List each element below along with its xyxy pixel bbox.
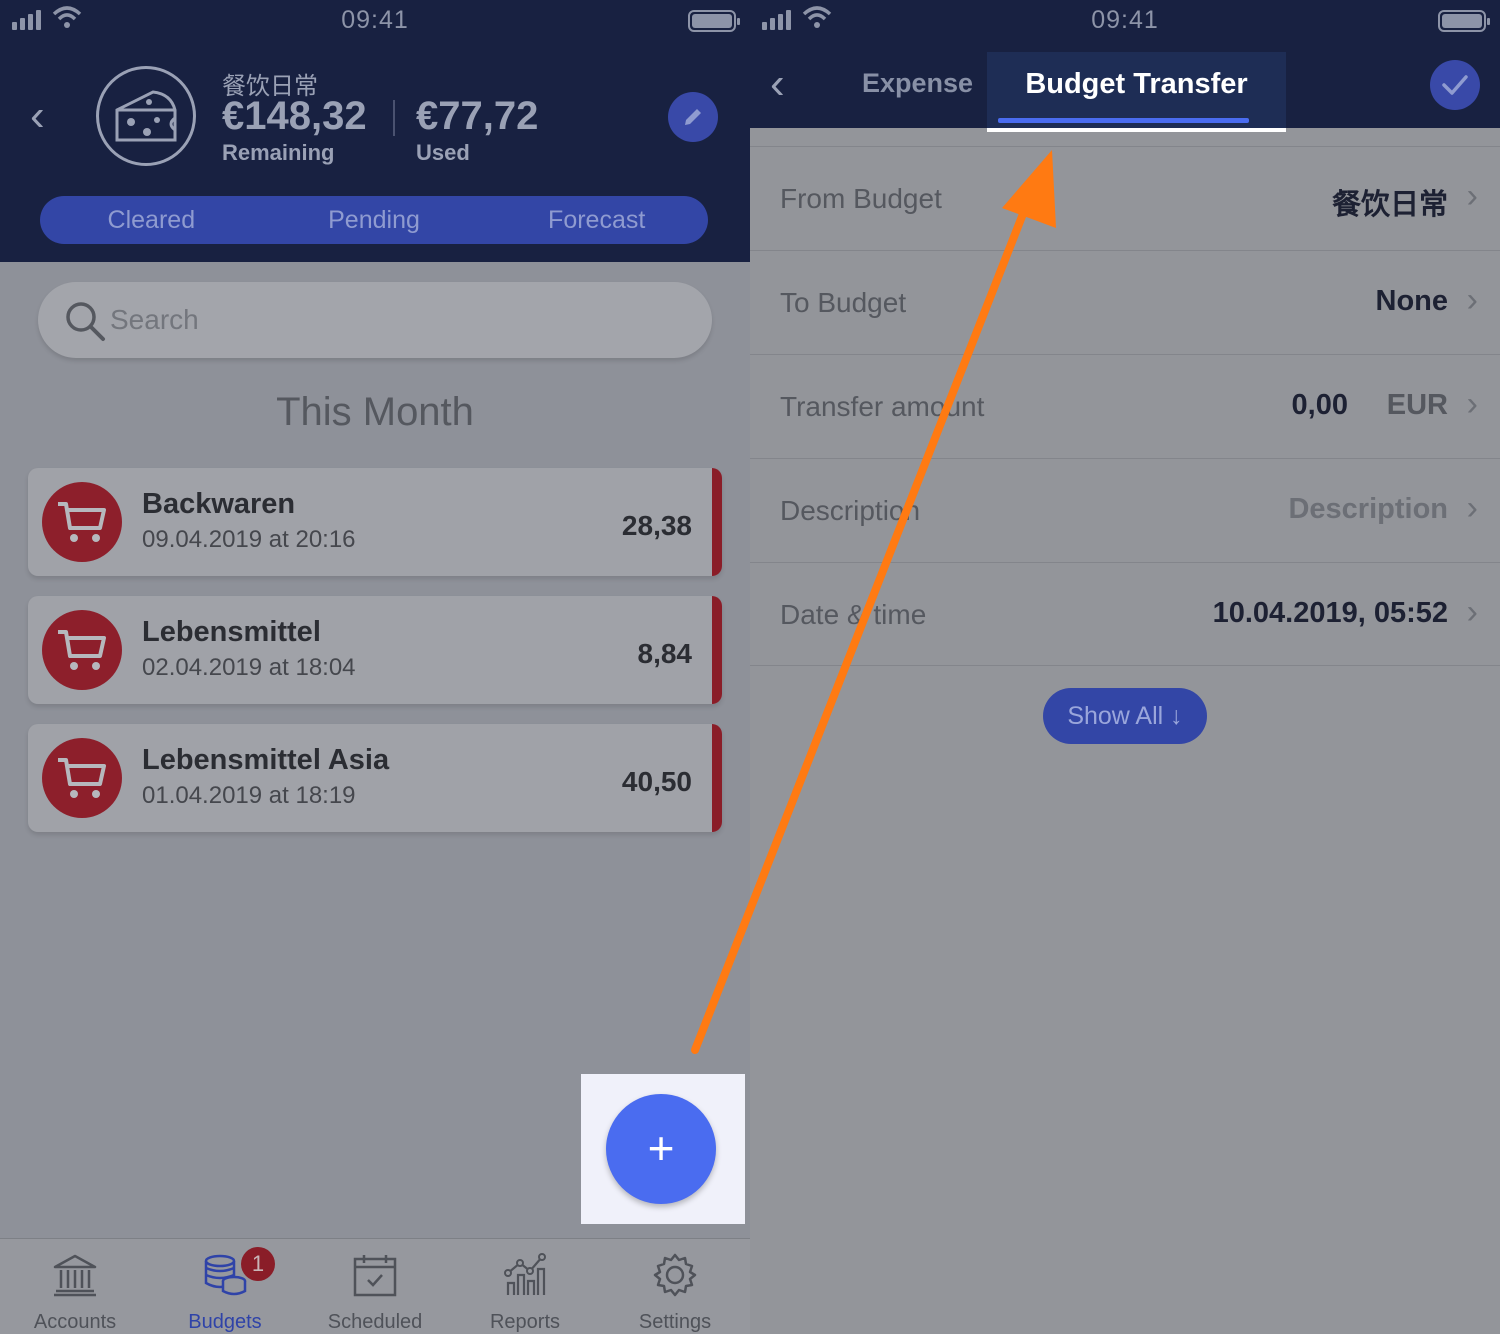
notification-badge: 1: [241, 1247, 275, 1281]
search-placeholder: Search: [110, 304, 199, 335]
description-field[interactable]: Description: [1288, 493, 1448, 526]
budget-transfer-screen: 09:41 ‹ Expense Budget Transfer From Bud…: [750, 0, 1500, 1334]
show-all-button[interactable]: Show All ↓: [1043, 688, 1207, 744]
status-time: 09:41: [341, 6, 409, 34]
status-bar: 09:41: [750, 0, 1500, 42]
description-row[interactable]: Description Description ›: [750, 458, 1500, 562]
tab-expense[interactable]: Expense: [862, 68, 973, 99]
from-budget-label: From Budget: [780, 183, 942, 214]
tab-label: Accounts: [33, 1311, 117, 1333]
expense-indicator: [712, 468, 722, 576]
add-transaction-button[interactable]: +: [606, 1094, 716, 1204]
to-budget-value: None: [1375, 285, 1449, 317]
transfer-header: 09:41 ‹ Expense Budget Transfer: [750, 0, 1500, 132]
segment-forecast[interactable]: Forecast: [485, 196, 708, 244]
tab-scheduled[interactable]: Scheduled: [300, 1239, 450, 1334]
tab-accounts[interactable]: Accounts: [0, 1239, 150, 1334]
to-budget-label: To Budget: [780, 287, 907, 318]
transaction-amount: 40,50: [621, 766, 692, 797]
header-divider: [393, 100, 395, 136]
budget-header: 09:41 ‹ 餐饮日常 €148,32 Remaining €77,72 Us…: [0, 0, 750, 262]
transaction-amount: 8,84: [637, 638, 693, 669]
budget-avatar: [96, 66, 196, 166]
section-title: This Month: [276, 390, 474, 434]
transaction-name: Lebensmittel Asia: [142, 744, 390, 776]
chevron-right-icon: ›: [1466, 281, 1478, 319]
chart-icon: [504, 1253, 546, 1295]
expense-indicator: [712, 596, 722, 704]
tab-label: Reports: [489, 1311, 561, 1333]
tab-label: Scheduled: [327, 1311, 423, 1333]
tab-bar: Accounts 1 Budgets Scheduled Reports Set…: [0, 1238, 750, 1334]
tab-reports[interactable]: Reports: [450, 1239, 600, 1334]
segment-cleared[interactable]: Cleared: [40, 196, 263, 244]
category-avatar: [42, 738, 122, 818]
transaction-row[interactable]: Lebensmittel Asia 01.04.2019 at 18:19 40…: [28, 724, 722, 832]
save-button[interactable]: [1430, 60, 1480, 110]
chevron-right-icon: ›: [1466, 489, 1478, 527]
battery-icon: [688, 10, 740, 32]
cheese-icon: [115, 90, 177, 142]
transaction-amount: 28,38: [621, 510, 692, 541]
to-budget-row[interactable]: To Budget None ›: [750, 250, 1500, 354]
date-time-row[interactable]: Date & time 10.04.2019, 05:52 ›: [750, 562, 1500, 666]
battery-icon: [1438, 10, 1490, 32]
transaction-row[interactable]: Lebensmittel 02.04.2019 at 18:04 8,84: [28, 596, 722, 704]
tab-budgets[interactable]: 1 Budgets: [150, 1239, 300, 1334]
chevron-right-icon: ›: [1466, 177, 1478, 215]
bank-icon: [53, 1254, 97, 1297]
date-time-label: Date & time: [780, 599, 927, 630]
transaction-name: Backwaren: [142, 488, 296, 520]
transaction-name: Lebensmittel: [142, 616, 321, 648]
tab-settings[interactable]: Settings: [600, 1239, 750, 1334]
shopping-cart-icon: [58, 502, 106, 542]
segment-pending[interactable]: Pending: [263, 196, 486, 244]
remaining-amount: €148,32: [222, 94, 367, 138]
category-avatar: [42, 482, 122, 562]
transaction-date: 09.04.2019 at 20:16: [142, 526, 356, 553]
remaining-label: Remaining: [222, 140, 335, 165]
chevron-right-icon: ›: [1466, 385, 1478, 423]
tab-label: Budgets: [188, 1311, 262, 1333]
expense-indicator: [712, 724, 722, 832]
used-label: Used: [416, 140, 470, 165]
from-budget-row[interactable]: From Budget 餐饮日常 ›: [750, 146, 1500, 250]
transaction-date: 02.04.2019 at 18:04: [142, 654, 356, 681]
used-amount: €77,72: [416, 94, 539, 138]
shopping-cart-icon: [58, 630, 106, 670]
tab-budget-transfer[interactable]: Budget Transfer: [987, 52, 1286, 132]
search-field[interactable]: Search: [38, 282, 712, 358]
from-budget-value: 餐饮日常: [1331, 189, 1448, 221]
transfer-amount-value[interactable]: 0,00: [1292, 389, 1348, 422]
edit-budget-button[interactable]: [668, 92, 718, 142]
transaction-row[interactable]: Backwaren 09.04.2019 at 20:16 28,38: [28, 468, 722, 576]
back-chevron-icon[interactable]: ‹: [30, 94, 45, 138]
active-tab-underline: [998, 118, 1249, 123]
status-segmented-control: Cleared Pending Forecast: [40, 196, 708, 244]
description-label: Description: [780, 495, 921, 526]
search-icon: [66, 302, 105, 341]
transfer-amount-row[interactable]: Transfer amount 0,00 EUR ›: [750, 354, 1500, 458]
tab-budget-transfer-label: Budget Transfer: [1025, 68, 1248, 100]
date-time-value: 10.04.2019, 05:52: [1212, 597, 1448, 629]
pencil-icon: [685, 109, 701, 125]
chevron-right-icon: ›: [1466, 593, 1478, 631]
checkmark-icon: [1442, 75, 1468, 95]
status-time: 09:41: [1091, 6, 1159, 34]
transaction-date: 01.04.2019 at 18:19: [142, 782, 356, 809]
status-bar: 09:41: [0, 0, 750, 42]
budget-detail-screen: 09:41 ‹ 餐饮日常 €148,32 Remaining €77,72 Us…: [0, 0, 750, 1334]
gear-icon: [653, 1253, 697, 1297]
transfer-amount-label: Transfer amount: [780, 391, 985, 422]
back-chevron-icon[interactable]: ‹: [770, 62, 785, 106]
currency-code[interactable]: EUR: [1387, 389, 1448, 422]
shopping-cart-icon: [58, 758, 106, 798]
tab-label: Settings: [638, 1311, 712, 1333]
calendar-check-icon: [353, 1255, 397, 1297]
category-avatar: [42, 610, 122, 690]
